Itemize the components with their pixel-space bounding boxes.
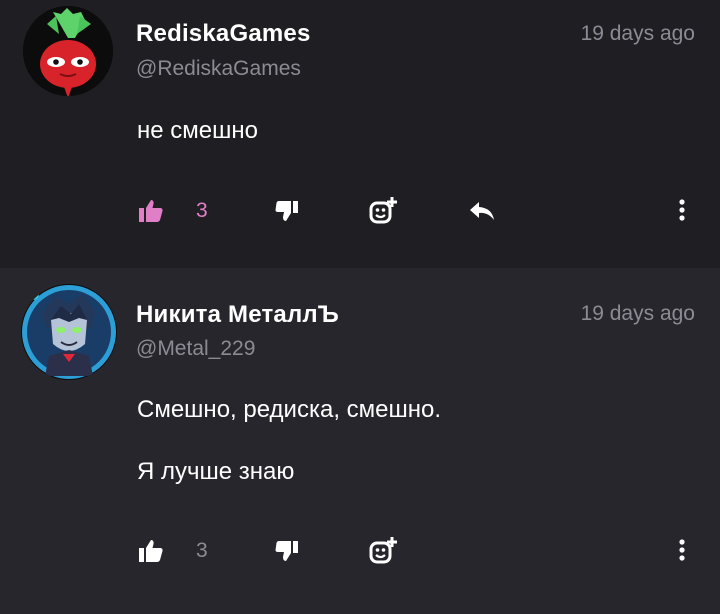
add-reaction-button[interactable] (367, 195, 399, 227)
thumbs-up-icon (139, 200, 163, 222)
radish-avatar-icon (23, 6, 113, 96)
like-count: 3 (196, 539, 208, 562)
thumbs-down-icon (275, 201, 298, 221)
comment-list: RediskaGames @RediskaGames 19 days ago н… (0, 0, 720, 614)
comment-text: Смешно, редиска, смешно. (137, 396, 442, 423)
reply-arrow-icon (470, 202, 494, 220)
more-options-button[interactable] (670, 196, 694, 224)
dislike-button[interactable] (274, 198, 300, 224)
timestamp: 19 days ago (580, 302, 695, 325)
author-name[interactable]: RediskaGames (136, 20, 311, 48)
comment-text: Я лучше знаю (137, 458, 295, 485)
add-reaction-icon (369, 197, 397, 224)
avatar[interactable] (23, 6, 113, 96)
add-reaction-button[interactable] (367, 535, 399, 567)
vertical-dots-icon (679, 199, 685, 221)
like-button[interactable] (137, 197, 165, 225)
vertical-dots-icon (679, 539, 685, 561)
like-count: 3 (196, 199, 208, 222)
more-options-button[interactable] (670, 536, 694, 564)
author-handle[interactable]: @RediskaGames (136, 57, 301, 81)
reply-button[interactable] (467, 197, 497, 225)
author-name[interactable]: Никита МеталлЪ (136, 301, 339, 329)
thumbs-up-icon (139, 540, 163, 562)
author-handle[interactable]: @Metal_229 (136, 337, 255, 361)
add-reaction-icon (369, 537, 397, 564)
comment-text: не смешно (137, 117, 258, 144)
avatar[interactable] (21, 284, 117, 380)
dislike-button[interactable] (274, 538, 300, 564)
character-avatar-icon (22, 285, 116, 379)
timestamp: 19 days ago (580, 22, 695, 45)
like-button[interactable] (137, 537, 165, 565)
thumbs-down-icon (275, 541, 298, 561)
